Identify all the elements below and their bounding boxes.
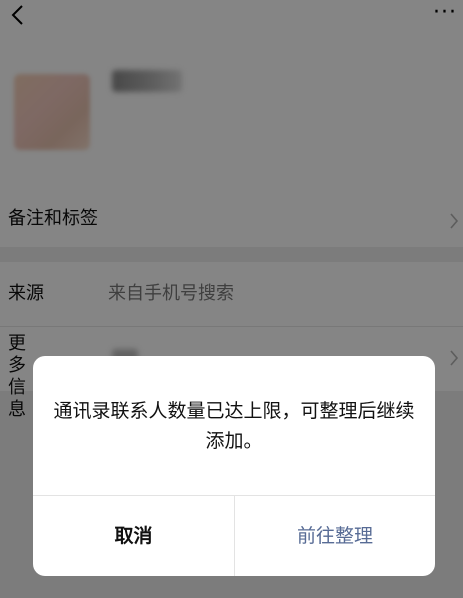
cancel-button[interactable]: 取消 [33,496,234,576]
go-organize-button[interactable]: 前往整理 [235,496,435,576]
contact-limit-dialog: 通讯录联系人数量已达上限，可整理后继续添加。 取消 前往整理 [33,356,435,576]
dialog-message: 通讯录联系人数量已达上限，可整理后继续添加。 [53,400,415,452]
